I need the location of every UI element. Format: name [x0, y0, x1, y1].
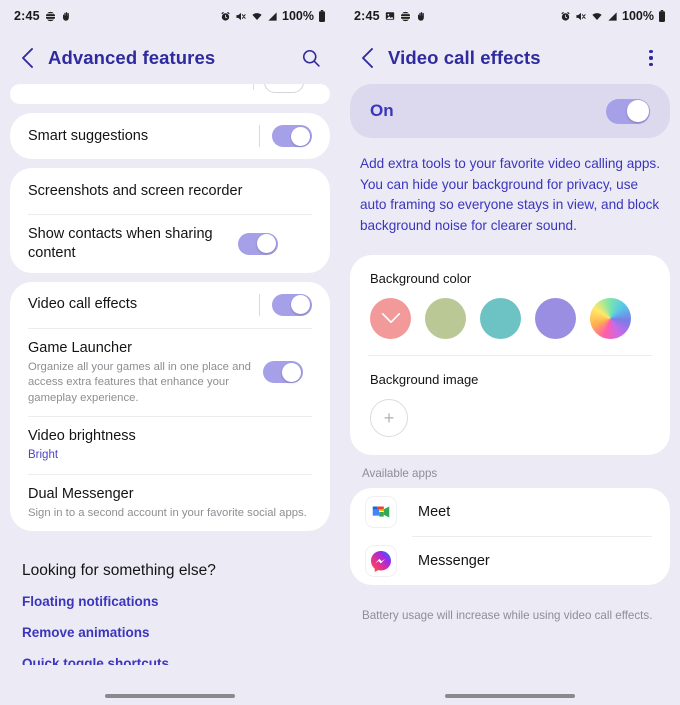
home-indicator — [445, 694, 575, 698]
battery-full-icon — [318, 10, 326, 22]
app-row-messenger[interactable]: Messenger — [350, 537, 670, 585]
card-features-group: Video call effects Game Launcher Organiz… — [10, 281, 330, 532]
available-apps-label: Available apps — [362, 466, 438, 480]
mute-icon — [575, 11, 587, 22]
footer-heading: Looking for something else? — [22, 562, 216, 580]
master-switch-label: On — [370, 101, 394, 120]
search-icon[interactable] — [296, 43, 326, 73]
swatch-rainbow-custom[interactable] — [590, 297, 631, 339]
card-available-apps: Meet Messenger — [350, 487, 670, 585]
globe-icon — [400, 10, 411, 22]
setting-title: Video brightness — [28, 428, 136, 445]
facebook-messenger-icon — [366, 545, 396, 576]
signal-icon — [267, 11, 278, 22]
app-name: Messenger — [418, 552, 490, 569]
swatch-sage[interactable] — [425, 297, 466, 339]
status-time: 2:45 — [14, 9, 40, 23]
battery-full-icon — [658, 10, 666, 22]
background-image-label: Background image — [370, 371, 479, 387]
mute-icon — [235, 11, 247, 22]
card-smart-suggestions: Smart suggestions — [10, 113, 330, 159]
card-screenshots-group: Screenshots and screen recorder Show con… — [10, 168, 330, 273]
setting-subtitle: Organize all your games all in one place… — [28, 360, 251, 404]
toggle-smart-suggestions[interactable] — [272, 125, 312, 147]
signal-icon — [607, 11, 618, 22]
plus-icon[interactable]: + — [370, 398, 408, 437]
setting-subtitle: Bright — [28, 449, 59, 462]
setting-row-show-contacts[interactable]: Show contacts when sharing content — [10, 215, 330, 273]
setting-title: Video call effects — [28, 296, 138, 313]
image-icon — [385, 11, 395, 21]
toggle-game-launcher[interactable] — [263, 361, 303, 384]
app-bar: Video call effects — [340, 32, 680, 84]
app-row-meet[interactable]: Meet — [350, 488, 670, 536]
feature-description: Add extra tools to your favorite video c… — [360, 156, 660, 233]
page-title: Video call effects — [388, 47, 541, 68]
status-time: 2:45 — [354, 9, 380, 23]
settings-scroll-area[interactable]: Smart suggestions Screenshots and screen… — [0, 84, 340, 665]
check-icon — [370, 298, 411, 339]
link-floating-notifications[interactable]: Floating notifications — [22, 594, 318, 609]
right-phone-screen: 2:45 100% Video call effects On Add extr… — [340, 0, 680, 705]
app-bar: Advanced features — [0, 32, 340, 84]
swatch-teal[interactable] — [480, 297, 521, 339]
google-meet-icon — [366, 496, 396, 527]
toggle-show-contacts[interactable] — [238, 232, 278, 255]
video-call-effects-content[interactable]: On Add extra tools to your favorite vide… — [340, 84, 680, 624]
hand-icon — [416, 11, 426, 22]
setting-row-dual-messenger[interactable]: Dual Messenger Sign in to a second accou… — [10, 475, 330, 531]
card-background-settings: Background color Background image + — [350, 254, 670, 455]
background-color-label: Background color — [370, 270, 472, 286]
setting-row-smart-suggestions[interactable]: Smart suggestions — [10, 113, 330, 159]
hand-icon — [61, 11, 71, 22]
swatch-violet[interactable] — [535, 297, 576, 339]
wifi-icon — [251, 11, 263, 22]
page-title: Advanced features — [48, 47, 216, 68]
status-bar: 2:45 100% — [0, 0, 340, 32]
globe-icon — [45, 10, 56, 22]
master-switch-row[interactable]: On — [350, 84, 670, 138]
alarm-icon — [220, 11, 231, 22]
back-chevron-icon[interactable] — [354, 45, 380, 71]
partial-setting-card-top[interactable] — [10, 84, 330, 104]
home-indicator — [105, 694, 235, 698]
looking-for-something-else-block: Looking for something else? Floating not… — [0, 540, 340, 665]
dual-screenshot: 2:45 100% Advanced features Smart sugges… — [0, 0, 680, 705]
setting-row-screenshots[interactable]: Screenshots and screen recorder — [10, 168, 330, 214]
setting-title: Game Launcher — [28, 339, 132, 356]
background-color-swatches — [350, 286, 670, 355]
battery-usage-note: Battery usage will increase while using … — [362, 608, 653, 622]
toggle-separator — [259, 125, 260, 147]
link-quick-toggle-shortcuts[interactable]: Quick toggle shortcuts — [22, 656, 318, 665]
battery-percent: 100% — [622, 9, 654, 23]
more-options-icon[interactable] — [636, 43, 666, 73]
setting-title: Screenshots and screen recorder — [28, 182, 243, 199]
setting-row-video-call-effects[interactable]: Video call effects — [10, 282, 330, 328]
setting-row-video-brightness[interactable]: Video brightness Bright — [10, 417, 330, 474]
setting-title: Smart suggestions — [28, 127, 149, 144]
link-remove-animations[interactable]: Remove animations — [22, 625, 318, 640]
setting-title: Show contacts when sharing content — [28, 226, 213, 261]
setting-title: Dual Messenger — [28, 485, 134, 502]
left-phone-screen: 2:45 100% Advanced features Smart sugges… — [0, 0, 340, 705]
toggle-separator — [259, 293, 260, 316]
status-bar: 2:45 100% — [340, 0, 680, 32]
toggle-video-call-effects-master[interactable] — [606, 98, 650, 124]
toggle-video-call-effects[interactable] — [272, 293, 312, 316]
swatch-coral[interactable] — [370, 297, 411, 339]
battery-percent: 100% — [282, 9, 314, 23]
back-chevron-icon[interactable] — [14, 45, 40, 71]
setting-subtitle: Sign in to a second account in your favo… — [28, 506, 307, 519]
app-name: Meet — [418, 503, 451, 520]
setting-row-game-launcher[interactable]: Game Launcher Organize all your games al… — [10, 329, 330, 417]
alarm-icon — [560, 11, 571, 22]
wifi-icon — [591, 11, 603, 22]
